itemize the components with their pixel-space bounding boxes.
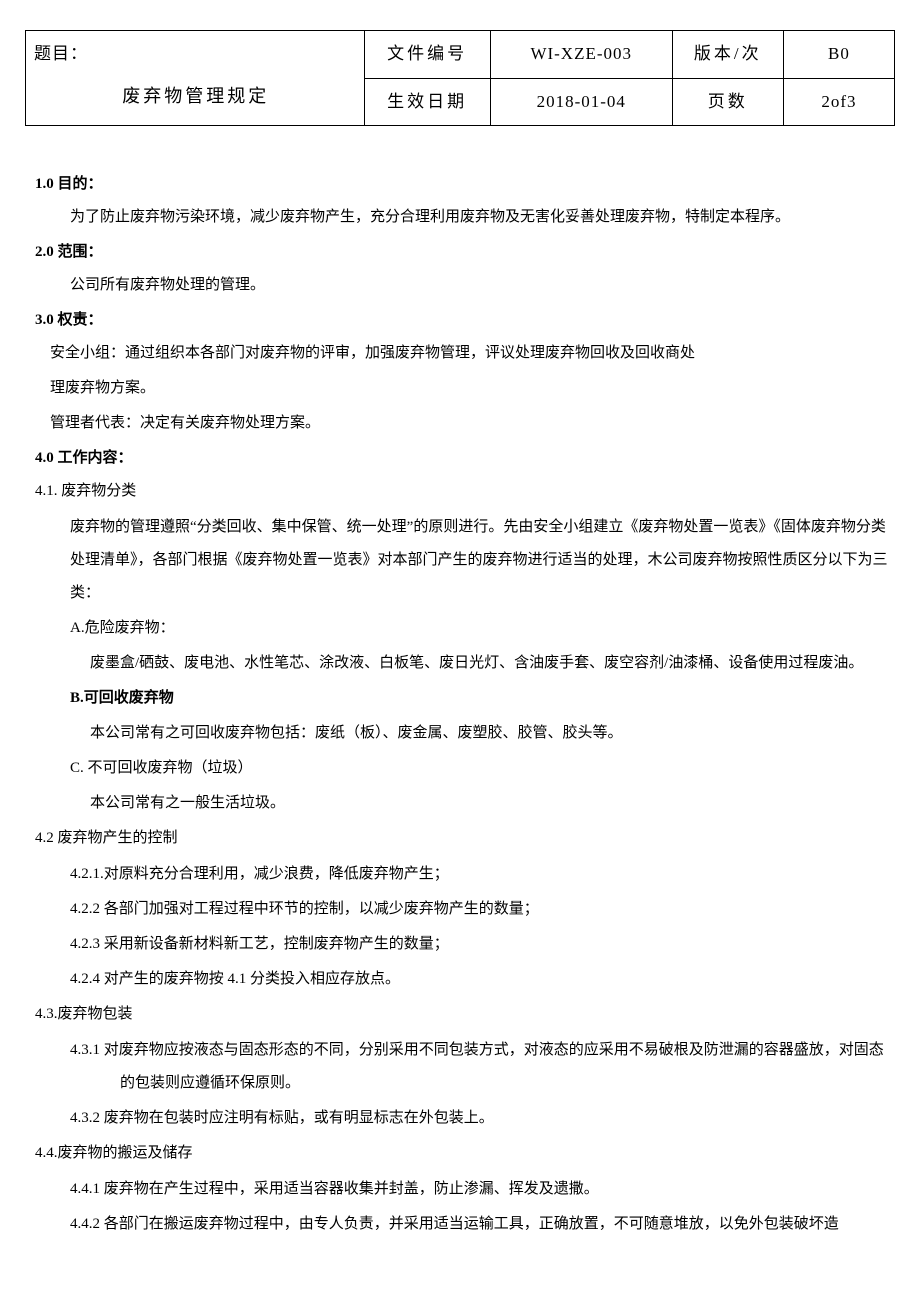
section-44-item2: 4.4.2 各部门在搬运废弃物过程中，由专人负责，并采用适当运输工具，正确放置，… bbox=[25, 1208, 895, 1241]
effective-date-label: 生效日期 bbox=[364, 78, 490, 126]
section-41-heading: 4.1. 废弃物分类 bbox=[25, 475, 895, 508]
document-subtitle: 废弃物管理规定 bbox=[34, 70, 358, 112]
section-43-item1: 4.3.1 对废弃物应按液态与固态形态的不同，分别采用不同包装方式，对液态的应采… bbox=[25, 1034, 895, 1100]
section-3-line1: 安全小组：通过组织本各部门对废弃物的评审，加强废弃物管理，评议处理废弃物回收及回… bbox=[25, 337, 895, 370]
section-41-c-body: 本公司常有之一般生活垃圾。 bbox=[25, 787, 895, 820]
section-3-heading: 3.0 权责： bbox=[25, 307, 895, 334]
section-42-item2: 4.2.2 各部门加强对工程过程中环节的控制，以减少废弃物产生的数量； bbox=[25, 893, 895, 926]
section-43-item2: 4.3.2 废弃物在包装时应注明有标贴，或有明显标志在外包装上。 bbox=[25, 1102, 895, 1135]
section-41-body: 废弃物的管理遵照“分类回收、集中保管、统一处理”的原则进行。先由安全小组建立《废… bbox=[25, 511, 895, 610]
page-value: 2of3 bbox=[783, 78, 894, 126]
section-1-body: 为了防止废弃物污染环境，减少废弃物产生，充分合理利用废弃物及无害化妥善处理废弃物… bbox=[25, 201, 895, 234]
section-43-heading: 4.3.废弃物包装 bbox=[25, 998, 895, 1031]
section-3-line3: 管理者代表：决定有关废弃物处理方案。 bbox=[25, 407, 895, 440]
section-42-item3: 4.2.3 采用新设备新材料新工艺，控制废弃物产生的数量； bbox=[25, 928, 895, 961]
version-label: 版本/次 bbox=[672, 31, 783, 79]
section-41-b-body: 本公司常有之可回收废弃物包括：废纸（板）、废金属、废塑胶、胶管、胶头等。 bbox=[25, 717, 895, 750]
section-42-item4: 4.2.4 对产生的废弃物按 4.1 分类投入相应存放点。 bbox=[25, 963, 895, 996]
doc-no-value: WI-XZE-003 bbox=[490, 31, 672, 79]
effective-date-value: 2018-01-04 bbox=[490, 78, 672, 126]
section-2-body: 公司所有废弃物处理的管理。 bbox=[25, 269, 895, 302]
section-41-b-label: B.可回收废弃物 bbox=[25, 682, 895, 715]
section-41-a-label: A.危险废弃物： bbox=[25, 612, 895, 645]
section-42-heading: 4.2 废弃物产生的控制 bbox=[25, 822, 895, 855]
section-44-item1: 4.4.1 废弃物在产生过程中，采用适当容器收集并封盖，防止渗漏、挥发及遗撒。 bbox=[25, 1173, 895, 1206]
page-label: 页数 bbox=[672, 78, 783, 126]
title-label: 题目： bbox=[34, 39, 358, 70]
version-value: B0 bbox=[783, 31, 894, 79]
section-2-heading: 2.0 范围： bbox=[25, 239, 895, 266]
section-1-heading: 1.0 目的： bbox=[25, 171, 895, 198]
document-header-table: 题目： 废弃物管理规定 文件编号 WI-XZE-003 版本/次 B0 生效日期… bbox=[25, 30, 895, 126]
section-41-c-label: C. 不可回收废弃物（垃圾） bbox=[25, 752, 895, 785]
section-44-heading: 4.4.废弃物的搬运及储存 bbox=[25, 1137, 895, 1170]
doc-no-label: 文件编号 bbox=[364, 31, 490, 79]
section-42-item1: 4.2.1.对原料充分合理利用，减少浪费，降低废弃物产生； bbox=[25, 858, 895, 891]
section-4-heading: 4.0 工作内容： bbox=[25, 445, 895, 472]
section-41-a-body: 废墨盒/硒鼓、废电池、水性笔芯、涂改液、白板笔、废日光灯、含油废手套、废空容剂/… bbox=[25, 647, 895, 680]
section-3-line2: 理废弃物方案。 bbox=[25, 372, 895, 405]
